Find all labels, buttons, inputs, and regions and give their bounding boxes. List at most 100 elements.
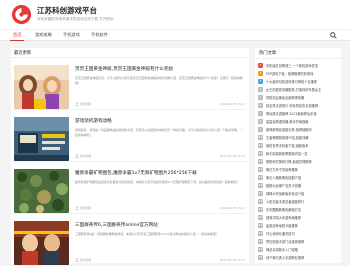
post-date: 2023-04-10 15:11	[219, 258, 245, 262]
hot-article-title[interactable]: 地下城与勇士手游职业推荐	[266, 255, 340, 260]
hot-article-item[interactable]: 24 神武手游新手入门攻略	[258, 246, 340, 254]
post-description: 页页王国黄金神殿玩法，今天小编为大家带来页页王国黄金神殿的相关攻略介绍，页页王国…	[75, 76, 243, 85]
post-meta: 游戏攻略 2023-04-10 15:11	[75, 258, 247, 263]
post-title[interactable]: 三国群英传6,三国群英传online官方网站	[75, 222, 247, 228]
hot-article-title[interactable]: 修仙类手游推荐 2023最新修仙手游	[266, 111, 340, 116]
hot-article-item[interactable]: 22 开心消消乐通关技巧	[258, 230, 340, 238]
hot-article-item[interactable]: 5 冒险岛召唤兽全部获得攻略	[258, 94, 340, 102]
hot-article-title[interactable]: 植物大战僵尸全关卡攻略	[266, 183, 340, 188]
post-author[interactable]: 游戏攻略	[80, 206, 91, 210]
hot-article-item[interactable]: 7 修仙类手游推荐 2023最新修仙手游	[258, 110, 340, 118]
user-icon	[75, 258, 79, 262]
anime-character-thumbnail[interactable]	[14, 65, 69, 109]
hot-article-title[interactable]: 王者荣耀新英雄介绍,技能详解	[266, 135, 340, 140]
hot-article-title[interactable]: 球球大作战新版本玩法介绍	[266, 191, 340, 196]
hot-article-item[interactable]: 4 女王的盛宴攻略剧情,打造你的专属女王	[258, 86, 340, 94]
hot-article-item[interactable]: 23 梦幻西游手游门派选择推荐	[258, 238, 340, 246]
warcraft-map-thumbnail[interactable]	[14, 169, 69, 213]
post-title[interactable]: 游戏装机游戏攻略	[75, 118, 247, 124]
post-meta: 游戏攻略 2023-04-10 15:11	[75, 206, 247, 211]
post-item[interactable]: 页页王国黄金神殿,页页王国黄金神殿有什么奖励 页页王国黄金神殿玩法，今天小编为大…	[11, 58, 249, 110]
hot-article-title[interactable]: 梦幻西游手游门派选择推荐	[266, 239, 340, 244]
hot-article-item[interactable]: 12 和平精英新赛季更新内容一览	[258, 150, 340, 158]
rank-number-badge: 19	[258, 206, 263, 212]
rank-number-badge: 22	[258, 230, 263, 236]
hot-article-item[interactable]: 19 天天酷跑新角色解锁方法	[258, 206, 340, 214]
hot-article-item[interactable]: 2 PSP游戏下载，值得推荐的好游戏	[258, 70, 340, 78]
hot-article-item[interactable]: 16 植物大战僵尸全关卡攻略	[258, 182, 340, 190]
site-title[interactable]: 江苏科创游戏平台	[37, 5, 97, 16]
post-title[interactable]: 魔兽争霸矿物图包,魔兽争霸1v7无限矿物图片256*256下载	[75, 170, 247, 176]
hot-article-item[interactable]: 21 皇室战争最强卡组推荐	[258, 222, 340, 230]
nav-item-mobile-apps[interactable]: 手机软件	[91, 32, 108, 38]
rank-number-badge: 12	[258, 150, 263, 156]
rank-number-badge: 7	[258, 110, 263, 116]
rank-number-badge: 3	[258, 78, 263, 84]
nav-active-underline	[10, 40, 24, 41]
hot-article-item[interactable]: 3 十大最好玩的游戏排行榜前十名推荐	[258, 78, 340, 86]
hot-article-item[interactable]: 18 火影忍者手游忍者强度排行	[258, 198, 340, 206]
post-description: 三国群英传6是一款经典的策略类游戏，本期为大家带来三国群英传online官方网站…	[75, 232, 219, 236]
post-date: 2023-04-10 15:11	[219, 154, 245, 158]
hot-article-item[interactable]: 14 明日方舟干员培养推荐	[258, 166, 340, 174]
hot-article-title[interactable]: 冒险岛召唤兽全部获得攻略	[266, 95, 340, 100]
hot-article-item[interactable]: 9 原神新角色强度分析,值得抽取吗	[258, 126, 340, 134]
post-author[interactable]: 游戏攻略	[80, 154, 91, 158]
hot-article-title[interactable]: PSP游戏下载，值得推荐的好游戏	[266, 71, 340, 76]
post-item[interactable]: 魔兽争霸矿物图包,魔兽争霸1v7无限矿物图片256*256下载 魔兽争霸矿物图包…	[11, 162, 249, 214]
post-item[interactable]: 游戏装机游戏攻略 游戏装机：游戏是一款画面精美的冒险类手游，玩家可以在游戏中体验…	[11, 110, 249, 162]
hot-article-title[interactable]: 星露谷物语攻略,新手开局指南	[266, 119, 340, 124]
post-meta: 游戏攻略 2023-04-10 15:11	[75, 154, 247, 159]
hot-article-title[interactable]: 射击类手游排行 好玩的射击手游推荐	[266, 103, 340, 108]
hot-article-title[interactable]: 天天酷跑新角色解锁方法	[266, 207, 340, 212]
hot-articles-title: 热门文章	[259, 51, 277, 56]
post-description: 魔兽争霸矿物图包是很多玩家都在寻找的资源，本期为大家带来魔兽争霸1v7无限矿物图…	[75, 180, 240, 184]
hot-article-title[interactable]: 阴阳师式神排行榜,最强式神推荐	[266, 159, 340, 164]
hot-article-item[interactable]: 11 我的世界手机版下载,最新版本	[258, 142, 340, 150]
nav-item-home[interactable]: 首页	[13, 32, 21, 38]
hot-article-title[interactable]: 十大最好玩的游戏排行榜前十名推荐	[266, 79, 340, 84]
game-screenshot-thumbnail[interactable]	[14, 117, 69, 161]
rank-number-badge: 16	[258, 182, 263, 188]
hot-article-title[interactable]: 皇室战争最强卡组推荐	[266, 223, 340, 228]
rank-number-badge: 10	[258, 134, 263, 140]
site-logo-icon[interactable]	[11, 4, 32, 25]
hot-article-title[interactable]: 开心消消乐通关技巧	[266, 231, 340, 236]
hot-article-title[interactable]: 女王的盛宴攻略剧情,打造你的专属女王	[266, 87, 340, 92]
rank-number-badge: 15	[258, 174, 263, 180]
user-icon	[75, 206, 79, 210]
user-icon	[75, 154, 79, 158]
post-description: 游戏装机：游戏是一款画面精美的冒险类手游，玩家可以在游戏中体验到不一样的乐趣，今…	[75, 128, 243, 137]
site-header: 江苏科创游戏平台 好玩有趣的安卓苹果手机游戏应用下载 打开即玩	[0, 0, 350, 29]
nav-item-game-guides[interactable]: 游戏攻略	[35, 32, 52, 38]
hot-article-item[interactable]: 20 部落冲突大本营布局推荐	[258, 214, 340, 222]
rank-number-badge: 9	[258, 126, 263, 132]
site-subtitle: 好玩有趣的安卓苹果手机游戏应用下载 打开即玩	[37, 17, 114, 21]
recent-updates-header: 最近更新	[11, 48, 249, 58]
hot-article-item[interactable]: 17 球球大作战新版本玩法介绍	[258, 190, 340, 198]
hot-article-title[interactable]: 神武手游新手入门攻略	[266, 247, 340, 252]
hot-article-title[interactable]: 明日方舟干员培养推荐	[266, 167, 340, 172]
hot-article-title[interactable]: 手机版红色警戒三 一个新的游戏任务	[266, 63, 340, 68]
hot-article-title[interactable]: 火影忍者手游忍者强度排行	[266, 199, 340, 204]
hot-article-title[interactable]: 部落冲突大本营布局推荐	[266, 215, 340, 220]
hot-article-item[interactable]: 13 阴阳师式神排行榜,最强式神推荐	[258, 158, 340, 166]
hot-article-title[interactable]: 和平精英新赛季更新内容一览	[266, 151, 340, 156]
hot-article-item[interactable]: 1 手机版红色警戒三 一个新的游戏任务	[258, 62, 340, 70]
post-author[interactable]: 游戏攻略	[80, 102, 91, 106]
hot-article-item[interactable]: 10 王者荣耀新英雄介绍,技能详解	[258, 134, 340, 142]
three-kingdoms-thumbnail[interactable]	[14, 221, 69, 265]
hot-article-item[interactable]: 6 射击类手游排行 好玩的射击手游推荐	[258, 102, 340, 110]
hot-article-title[interactable]: 原神新角色强度分析,值得抽取吗	[266, 127, 340, 132]
post-title[interactable]: 页页王国黄金神殿,页页王国黄金神殿有什么奖励	[75, 66, 247, 72]
hot-article-item[interactable]: 25 地下城与勇士手游职业推荐	[258, 254, 340, 262]
hot-article-item[interactable]: 15 第五人格新角色技能介绍	[258, 174, 340, 182]
nav-item-mobile-games[interactable]: 手机游戏	[63, 32, 80, 38]
hot-article-item[interactable]: 8 星露谷物语攻略,新手开局指南	[258, 118, 340, 126]
hot-article-title[interactable]: 第五人格新角色技能介绍	[266, 175, 340, 180]
hot-article-title[interactable]: 我的世界手机版下载,最新版本	[266, 143, 340, 148]
rank-number-badge: 20	[258, 214, 263, 220]
post-author[interactable]: 游戏攻略	[80, 258, 91, 262]
post-item[interactable]: 三国群英传6,三国群英传online官方网站 三国群英传6是一款经典的策略类游戏…	[11, 214, 249, 266]
search-icon[interactable]	[330, 32, 337, 39]
